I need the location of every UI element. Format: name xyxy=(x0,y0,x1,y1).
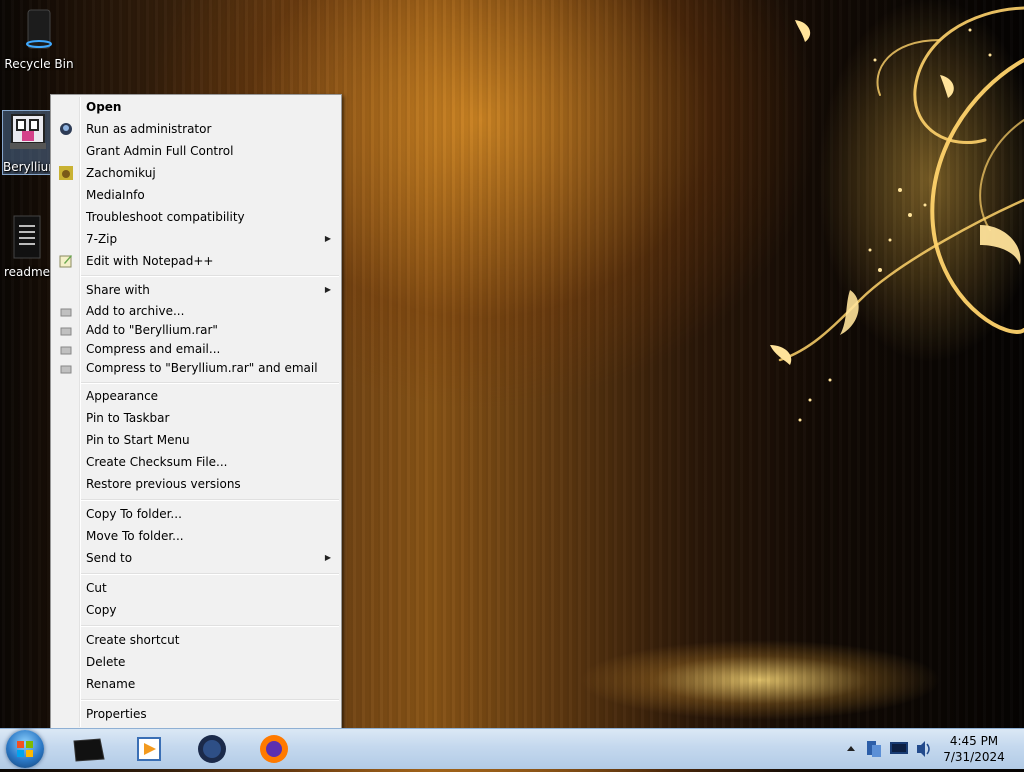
menu-separator xyxy=(81,625,339,627)
windows-logo-icon xyxy=(17,741,33,757)
taskbar-button-globe[interactable] xyxy=(186,731,238,767)
menu-item-create-shortcut[interactable]: Create shortcut xyxy=(53,629,339,651)
menu-item-copy[interactable]: Copy xyxy=(53,599,339,621)
firefox-icon xyxy=(260,735,288,763)
notepad-icon xyxy=(59,255,72,268)
recycle-bin-icon xyxy=(26,9,52,49)
menu-item-zachomikuj[interactable]: Zachomikuj xyxy=(53,162,339,184)
system-clock[interactable]: 4:45 PM 7/31/2024 xyxy=(930,733,1018,765)
taskbar: 4:45 PM 7/31/2024 xyxy=(0,728,1024,769)
menu-item-edit-with-notepad[interactable]: Edit with Notepad++ xyxy=(53,250,339,272)
taskbar-button-terminal[interactable] xyxy=(62,731,114,767)
submenu-arrow-icon: ▶ xyxy=(324,285,331,294)
menu-item-troubleshoot-compatibility[interactable]: Troubleshoot compatibility xyxy=(53,206,339,228)
menu-item-copy-to-folder[interactable]: Copy To folder... xyxy=(53,503,339,525)
menu-item-grant-admin-full-control[interactable]: Grant Admin Full Control xyxy=(53,140,339,162)
menu-item-7zip[interactable]: 7-Zip ▶ xyxy=(53,228,339,250)
display-icon[interactable] xyxy=(888,729,910,769)
menu-separator xyxy=(81,699,339,701)
beryllium-app-icon xyxy=(10,114,46,149)
shield-icon xyxy=(60,123,72,135)
menu-item-pin-to-start-menu[interactable]: Pin to Start Menu xyxy=(53,429,339,451)
menu-item-appearance[interactable]: Appearance xyxy=(53,385,339,407)
menu-item-restore-previous-versions[interactable]: Restore previous versions xyxy=(53,473,339,495)
text-file-icon xyxy=(13,215,41,259)
winrar-icon xyxy=(60,308,72,316)
winrar-icon xyxy=(60,365,72,373)
menu-item-create-checksum-file[interactable]: Create Checksum File... xyxy=(53,451,339,473)
start-button[interactable] xyxy=(6,730,44,768)
menu-item-pin-to-taskbar[interactable]: Pin to Taskbar xyxy=(53,407,339,429)
menu-item-open[interactable]: Open xyxy=(53,96,339,118)
menu-item-move-to-folder[interactable]: Move To folder... xyxy=(53,525,339,547)
media-player-icon xyxy=(137,737,161,761)
menu-separator xyxy=(81,573,339,575)
chevron-up-icon[interactable] xyxy=(844,729,858,769)
hamster-icon xyxy=(59,166,73,180)
menu-item-cut[interactable]: Cut xyxy=(53,577,339,599)
desktop-icon-label: readme xyxy=(3,265,51,279)
globe-icon xyxy=(198,735,226,763)
desktop-icon-label: Beryllium xyxy=(3,160,53,174)
menu-item-delete[interactable]: Delete xyxy=(53,651,339,673)
menu-item-compress-to-rar-and-email[interactable]: Compress to "Beryllium.rar" and email xyxy=(53,359,339,378)
winrar-icon xyxy=(60,327,72,335)
desktop-icon-recycle-bin[interactable]: Recycle Bin xyxy=(2,4,76,71)
taskbar-button-firefox[interactable] xyxy=(248,731,300,767)
submenu-arrow-icon: ▶ xyxy=(324,234,331,243)
menu-separator xyxy=(81,382,339,384)
menu-separator xyxy=(81,499,339,501)
menu-item-mediainfo[interactable]: MediaInfo xyxy=(53,184,339,206)
desktop-icon-beryllium[interactable]: Beryllium xyxy=(2,110,54,175)
menu-item-send-to[interactable]: Send to ▶ xyxy=(53,547,339,569)
menu-item-compress-and-email[interactable]: Compress and email... xyxy=(53,340,339,359)
menu-item-properties[interactable]: Properties xyxy=(53,703,339,725)
wallpaper-swirl xyxy=(770,6,1024,422)
desktop-icon-label: Recycle Bin xyxy=(4,57,74,71)
menu-item-share-with[interactable]: Share with ▶ xyxy=(53,279,339,301)
taskbar-button-media-player[interactable] xyxy=(124,731,176,767)
menu-item-rename[interactable]: Rename xyxy=(53,673,339,695)
desktop-icon-readme[interactable]: readme xyxy=(2,214,52,279)
menu-item-add-to-archive[interactable]: Add to archive... xyxy=(53,302,339,321)
network-icon[interactable] xyxy=(864,729,884,769)
winrar-icon xyxy=(60,346,72,354)
context-menu: Open Run as administrator Grant Admin Fu… xyxy=(50,94,342,730)
clock-date: 7/31/2024 xyxy=(943,750,1005,764)
menu-item-run-as-administrator[interactable]: Run as administrator xyxy=(53,118,339,140)
submenu-arrow-icon: ▶ xyxy=(324,553,331,562)
menu-separator xyxy=(81,275,339,277)
clock-time: 4:45 PM xyxy=(949,734,999,748)
terminal-icon xyxy=(73,738,105,762)
menu-item-add-to-beryllium-rar[interactable]: Add to "Beryllium.rar" xyxy=(53,321,339,340)
